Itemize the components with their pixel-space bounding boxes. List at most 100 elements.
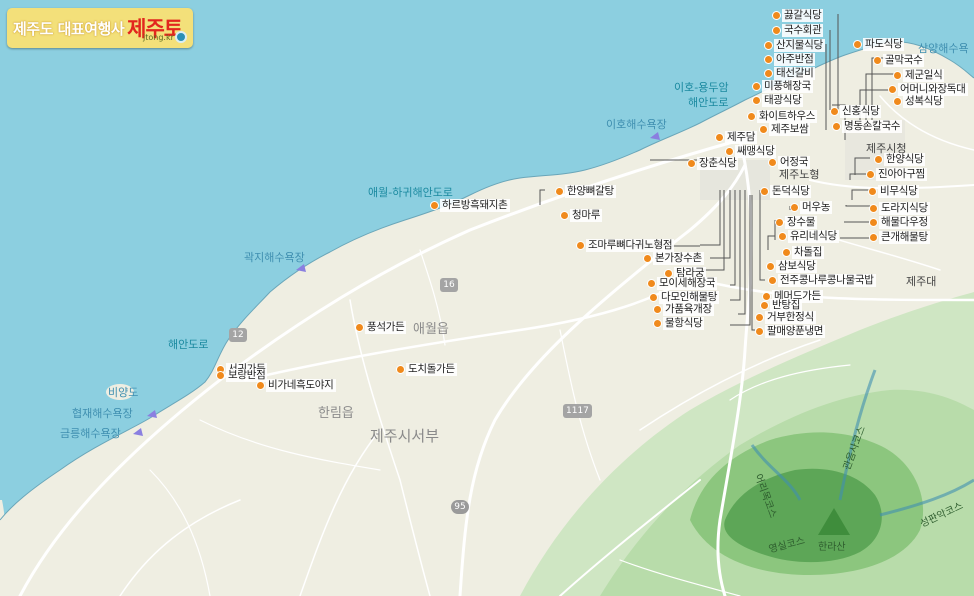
restaurant-marker[interactable]: 진아아구찜 [866,167,927,181]
restaurant-marker[interactable]: 제군일식 [893,68,945,82]
restaurant-marker[interactable]: 큰개해물탕 [869,230,930,244]
restaurant-label: 차돌집 [792,245,825,259]
map-view[interactable]: 제주도 대표여행사 제주토 jtong.kr 16 12 1117 95 이호-… [0,0,974,596]
beach-label: 금릉해수욕장 [60,427,121,440]
restaurant-label: 모이세해장국 [657,276,718,290]
logo-title: 제주도 대표여행사 [13,19,125,38]
restaurant-marker[interactable]: 해물다우정 [869,215,930,229]
restaurant-label: 삼보식당 [776,259,818,273]
restaurant-marker[interactable]: 파도식당 [853,37,905,51]
restaurant-pin-icon [868,186,877,196]
restaurant-marker[interactable]: 도치돌가든 [396,362,457,376]
restaurant-label: 미풍해장국 [762,79,813,93]
restaurant-label: 제주보쌈 [769,122,811,136]
restaurant-marker[interactable]: 미풍해장국 [752,79,813,93]
restaurant-marker[interactable]: 거부한정식 [755,310,816,324]
restaurant-marker[interactable]: 차돌집 [782,245,825,259]
road-label: 해안도로 [168,338,209,351]
restaurant-pin-icon [647,278,656,288]
restaurant-marker[interactable]: 제주보쌈 [759,122,811,136]
restaurant-pin-icon [772,10,781,20]
restaurant-pin-icon [355,322,364,332]
restaurant-pin-icon [766,261,775,271]
beach-label: 이호해수욕장 [606,118,667,131]
restaurant-marker[interactable]: 유리네식당 [778,229,839,243]
restaurant-pin-icon [752,95,761,105]
restaurant-label: 제군일식 [903,68,945,82]
restaurant-pin-icon [853,39,862,49]
restaurant-marker[interactable]: 골막국수 [873,53,925,67]
restaurant-label: 도라지식당 [879,201,930,215]
restaurant-label: 전주콩나루콩나물국밥 [778,273,876,287]
restaurant-pin-icon [759,124,768,134]
restaurant-marker[interactable]: 한양식당 [874,152,926,166]
restaurant-marker[interactable]: 가품육개장 [653,302,714,316]
restaurant-marker[interactable]: 돈덕식당 [760,184,812,198]
restaurant-pin-icon [874,154,883,164]
restaurant-label: 해물다우정 [879,215,930,229]
restaurant-label: 도치돌가든 [406,362,457,376]
restaurant-label: 비무식당 [878,184,920,198]
restaurant-marker[interactable]: 국수회관 [772,23,824,37]
district-label: 애월읍 [413,322,449,337]
restaurant-marker[interactable]: 끓갈식당 [772,8,824,22]
restaurant-marker[interactable]: 도라지식당 [869,201,930,215]
restaurant-label: 산지물식당 [774,38,825,52]
restaurant-marker[interactable]: 장수물 [775,215,818,229]
restaurant-marker[interactable]: 신홍식당 [830,104,882,118]
restaurant-marker[interactable]: 태광식당 [752,93,804,107]
restaurant-label: 하르방흑돼지촌 [440,198,510,212]
road-label: 이호-용두암 [674,81,729,94]
restaurant-pin-icon [555,186,564,196]
brand-logo[interactable]: 제주도 대표여행사 제주토 jtong.kr [7,8,193,48]
restaurant-pin-icon [772,25,781,35]
restaurant-marker[interactable]: 어정국 [768,155,811,169]
restaurant-marker[interactable]: 비가네흑도야지 [256,378,336,392]
restaurant-marker[interactable]: 조마루뼈다귀노형점 [576,238,675,252]
restaurant-pin-icon [560,210,569,220]
restaurant-marker[interactable]: 팔매양푼냉면 [755,324,826,338]
restaurant-pin-icon [790,202,799,212]
restaurant-pin-icon [832,121,841,131]
restaurant-marker[interactable]: 전주콩나루콩나물국밥 [768,273,876,287]
restaurant-label: 아주반점 [774,52,816,66]
restaurant-pin-icon [653,318,662,328]
restaurant-label: 비가네흑도야지 [266,378,336,392]
restaurant-marker[interactable]: 제주담 [715,130,758,144]
restaurant-marker[interactable]: 한양뼈갈탕 [555,184,616,198]
restaurant-pin-icon [725,146,734,156]
restaurant-marker[interactable]: 삼보식당 [766,259,818,273]
beach-label: 삼양해수욕 [918,42,969,55]
restaurant-label: 제주담 [725,130,758,144]
restaurant-pin-icon [755,312,764,322]
restaurant-marker[interactable]: 장춘식당 [687,156,739,170]
restaurant-marker[interactable]: 물항식당 [653,316,705,330]
restaurant-pin-icon [764,40,773,50]
restaurant-marker[interactable]: 명동손칼국수 [832,119,903,133]
restaurant-pin-icon [396,364,405,374]
restaurant-label: 태선갈비 [774,66,816,80]
restaurant-marker[interactable]: 비무식당 [868,184,920,198]
restaurant-marker[interactable]: 하르방흑돼지촌 [430,198,510,212]
restaurant-marker[interactable]: 성복식당 [893,94,945,108]
restaurant-label: 성복식당 [903,94,945,108]
restaurant-pin-icon [687,158,696,168]
restaurant-pin-icon [768,275,777,285]
restaurant-pin-icon [256,380,265,390]
restaurant-marker[interactable]: 청마루 [560,208,603,222]
restaurant-pin-icon [893,70,902,80]
restaurant-marker[interactable]: 머우농 [790,200,833,214]
restaurant-marker[interactable]: 풍석가든 [355,320,407,334]
landmark-label: 제주대 [906,275,937,288]
restaurant-marker[interactable]: 아주반점 [764,52,816,66]
restaurant-label: 진아아구찜 [876,167,927,181]
route-shield: 95 [451,500,469,514]
restaurant-label: 화이트하우스 [757,109,818,123]
restaurant-marker[interactable]: 태선갈비 [764,66,816,80]
beach-label: 협재해수욕장 [72,407,133,420]
restaurant-marker[interactable]: 모이세해장국 [647,276,718,290]
restaurant-marker[interactable]: 본가장수촌 [643,251,704,265]
restaurant-marker[interactable]: 화이트하우스 [747,109,818,123]
restaurant-marker[interactable]: 산지물식당 [764,38,825,52]
district-label: 한림읍 [318,406,354,421]
